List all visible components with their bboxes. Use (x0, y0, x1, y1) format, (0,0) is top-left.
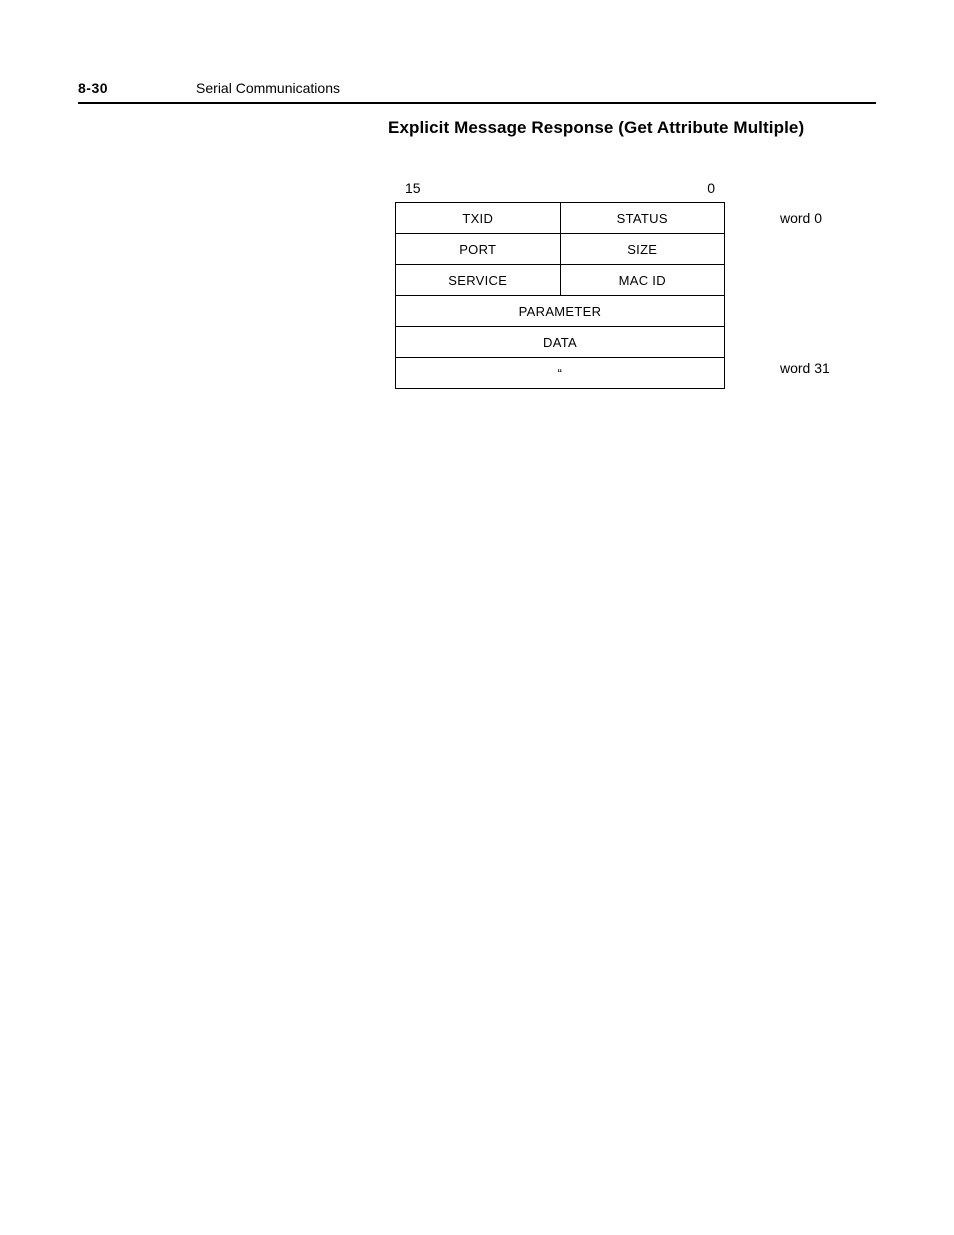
table-row: SERVICE MAC ID (396, 265, 725, 296)
table-row: PORT SIZE (396, 234, 725, 265)
table-row: PARAMETER (396, 296, 725, 327)
cell-size: SIZE (560, 234, 725, 265)
cell-parameter: PARAMETER (396, 296, 725, 327)
packet-table: TXID STATUS PORT SIZE SERVICE MAC ID PAR… (395, 202, 725, 389)
cell-service: SERVICE (396, 265, 561, 296)
cell-macid: MAC ID (560, 265, 725, 296)
cell-txid: TXID (396, 203, 561, 234)
cell-data: DATA (396, 327, 725, 358)
page-number: 8-30 (78, 80, 108, 96)
table-row: “ (396, 358, 725, 389)
bit-low-label: 0 (707, 180, 715, 196)
subheading: Explicit Message Response (Get Attribute… (388, 118, 876, 138)
cell-continuation: “ (396, 358, 725, 389)
word-label-end: word 31 (780, 360, 830, 376)
header-rule (78, 102, 876, 104)
bit-labels: 15 0 (395, 180, 725, 202)
table-row: TXID STATUS (396, 203, 725, 234)
section-title: Serial Communications (196, 80, 340, 96)
running-header: 8-30 Serial Communications (78, 80, 876, 96)
cell-status: STATUS (560, 203, 725, 234)
cell-port: PORT (396, 234, 561, 265)
page: 8-30 Serial Communications Explicit Mess… (0, 0, 954, 1235)
packet-diagram: 15 0 TXID STATUS PORT SIZE SERVICE MAC I… (395, 180, 835, 389)
table-row: DATA (396, 327, 725, 358)
bit-high-label: 15 (405, 180, 421, 196)
word-label-start: word 0 (780, 210, 822, 226)
